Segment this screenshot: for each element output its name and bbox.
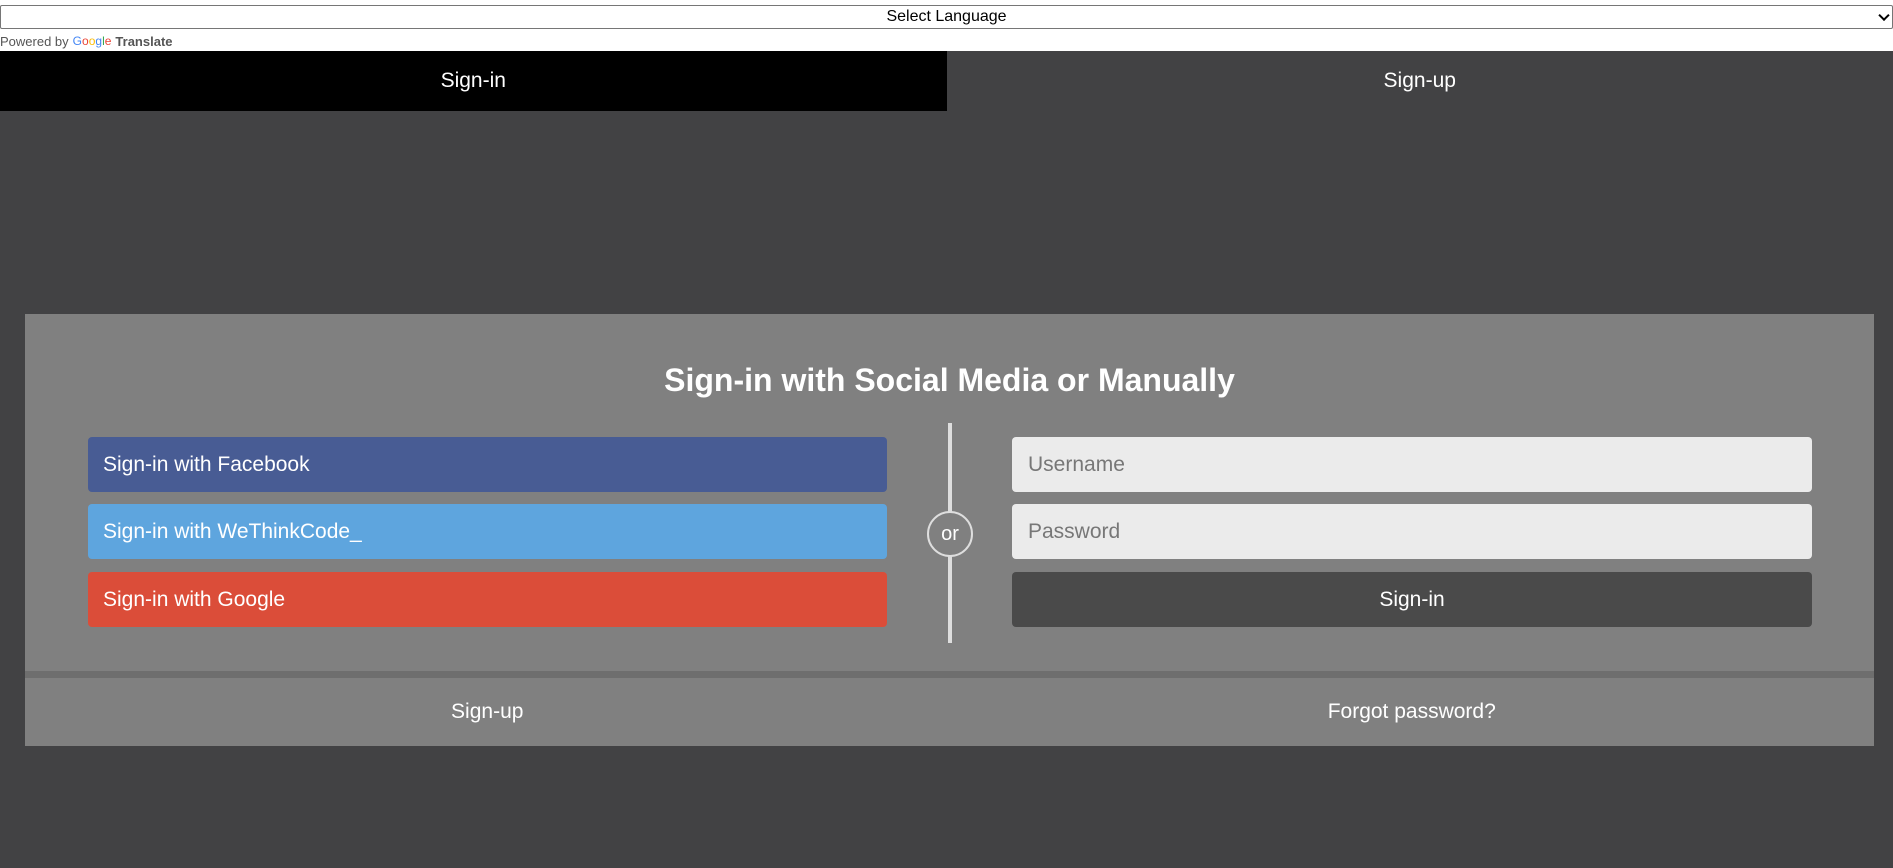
translate-link[interactable]: Translate	[115, 34, 172, 49]
tab-sign-in[interactable]: Sign-in	[0, 51, 947, 111]
powered-by-google-translate: Powered by Google Translate	[0, 33, 173, 49]
powered-by-label: Powered by	[0, 33, 69, 49]
google-translate-bar: Select Language Powered by Google Transl…	[0, 0, 1893, 51]
card-footer-separator	[25, 671, 1874, 678]
password-input[interactable]	[1012, 504, 1812, 559]
language-select[interactable]: Select Language	[0, 5, 1893, 29]
facebook-sign-in-button[interactable]: Sign-in with Facebook	[88, 437, 887, 492]
google-logo-letter: o	[82, 34, 89, 48]
language-select-label: Select Language	[886, 8, 1007, 25]
card-title: Sign-in with Social Media or Manually	[664, 362, 1235, 398]
auth-tabs: Sign-in Sign-up	[0, 51, 1893, 111]
wethinkcode-sign-in-button[interactable]: Sign-in with WeThinkCode_	[88, 504, 887, 559]
or-divider-badge: or	[927, 511, 973, 557]
google-logo[interactable]: Google	[73, 34, 112, 48]
google-sign-in-button[interactable]: Sign-in with Google	[88, 572, 887, 627]
tab-sign-up[interactable]: Sign-up	[946, 51, 1893, 111]
card-footer: Sign-up Forgot password?	[25, 678, 1874, 746]
sign-in-card: Sign-in with Social Media or Manually Si…	[25, 314, 1874, 746]
sign-in-submit-button[interactable]: Sign-in	[1012, 572, 1812, 627]
chevron-down-icon	[1878, 9, 1890, 22]
google-logo-letter: G	[72, 34, 82, 48]
forgot-password-link[interactable]: Forgot password?	[950, 678, 1875, 746]
username-input[interactable]	[1012, 437, 1812, 492]
sign-up-link[interactable]: Sign-up	[25, 678, 950, 746]
google-logo-letter: e	[104, 34, 112, 48]
